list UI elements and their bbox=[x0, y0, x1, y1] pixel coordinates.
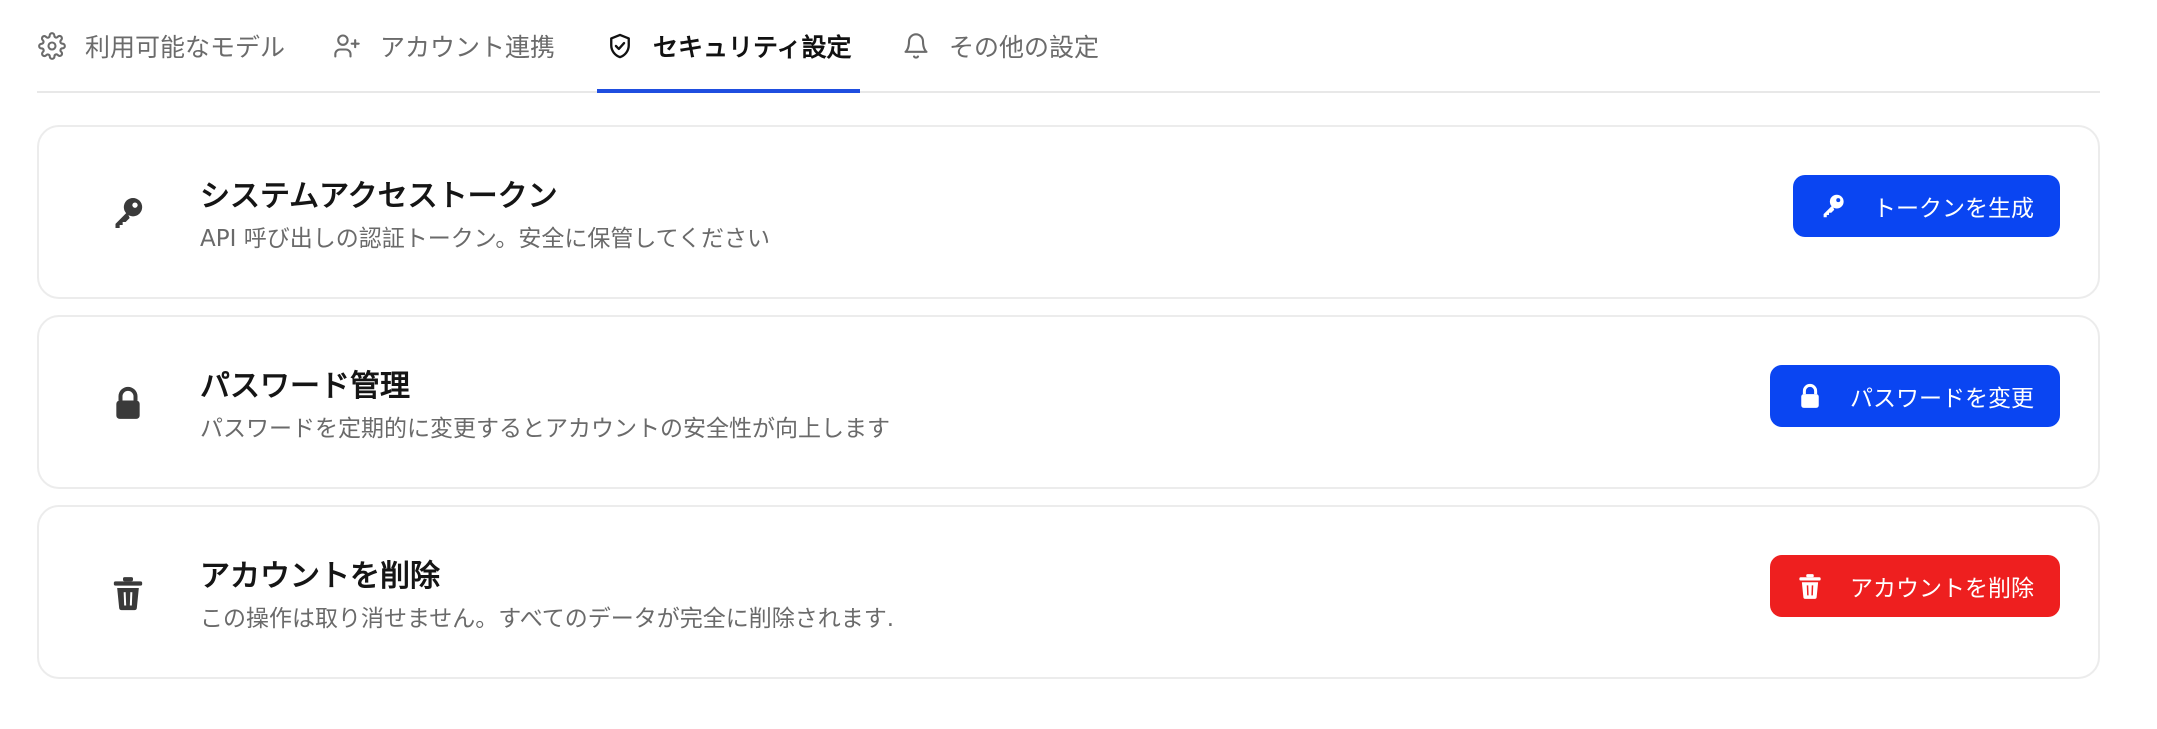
tab-label: セキュリティ設定 bbox=[653, 32, 852, 62]
delete-account-button[interactable]: アカウントを削除 bbox=[1770, 555, 2060, 617]
tab-available-models[interactable]: 利用可能なモデル bbox=[37, 0, 285, 91]
system-access-token-card: システムアクセストークン API 呼び出しの認証トークン。安全に保管してください… bbox=[37, 125, 2100, 299]
user-plus-icon bbox=[332, 31, 362, 61]
tab-other-settings[interactable]: その他の設定 bbox=[901, 0, 1099, 91]
button-label: トークンを生成 bbox=[1873, 196, 2034, 222]
button-label: アカウントを削除 bbox=[1850, 576, 2034, 602]
tab-account-integration[interactable]: アカウント連携 bbox=[332, 0, 555, 91]
card-description: この操作は取り消せません。すべてのデータが完全に削除されます. bbox=[200, 606, 895, 632]
gear-icon bbox=[37, 31, 67, 61]
card-title: システムアクセストークン bbox=[200, 179, 558, 214]
button-label: パスワードを変更 bbox=[1850, 386, 2034, 412]
card-title: アカウントを削除 bbox=[200, 559, 440, 594]
lock-icon bbox=[104, 379, 152, 427]
tab-label: 利用可能なモデル bbox=[85, 32, 286, 62]
change-password-button[interactable]: パスワードを変更 bbox=[1770, 365, 2060, 427]
trash-icon bbox=[1794, 570, 1826, 602]
key-icon bbox=[1817, 190, 1849, 222]
tab-label: アカウント連携 bbox=[380, 32, 556, 62]
generate-token-button[interactable]: トークンを生成 bbox=[1793, 175, 2060, 237]
card-description: パスワードを定期的に変更するとアカウントの安全性が向上します bbox=[200, 416, 890, 442]
password-management-card: パスワード管理 パスワードを定期的に変更するとアカウントの安全性が向上します パ… bbox=[37, 315, 2100, 489]
tab-label: その他の設定 bbox=[949, 32, 1100, 62]
settings-tabs: 利用可能なモデル アカウント連携 セキュリティ設定 その他の設定 bbox=[37, 0, 2100, 93]
lock-icon bbox=[1794, 380, 1826, 412]
bell-icon bbox=[901, 31, 931, 61]
card-title: パスワード管理 bbox=[200, 369, 410, 404]
tab-security-settings[interactable]: セキュリティ設定 bbox=[597, 0, 860, 93]
trash-icon bbox=[104, 569, 152, 617]
shield-check-icon bbox=[605, 31, 635, 61]
card-description: API 呼び出しの認証トークン。安全に保管してください bbox=[200, 226, 770, 252]
key-icon bbox=[104, 189, 152, 237]
delete-account-card: アカウントを削除 この操作は取り消せません。すべてのデータが完全に削除されます.… bbox=[37, 505, 2100, 679]
security-settings-page: 利用可能なモデル アカウント連携 セキュリティ設定 その他の設定 システムアクセ… bbox=[0, 0, 2157, 729]
